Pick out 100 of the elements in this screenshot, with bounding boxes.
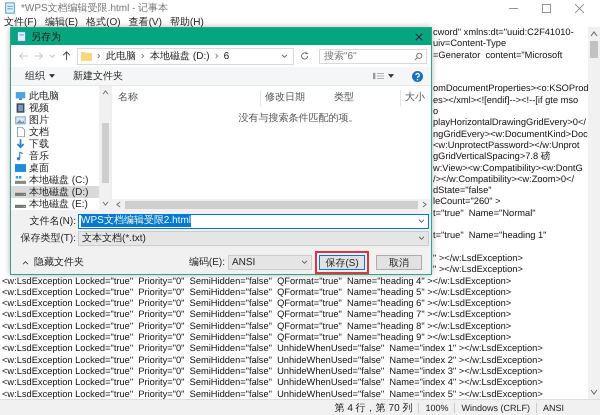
field-label: 文件名(N): [28,214,77,228]
column-header[interactable]: 类型 [334,90,354,106]
code-line: <w:LsdException Locked="true" Priority="0" SemiHidden="false" QFormat="true" Name="heading 9" ></w:LsdException> [2,332,512,342]
vertical-scrollbar[interactable] [588,27,600,399]
menu-item[interactable]: 文件(F) [4,14,37,28]
address-bar[interactable]: 此电脑 本地磁盘 (D:) 6 [77,48,294,64]
code-line: <w:LsdException Locked="true" Priority="0" SemiHidden="false" QFormat="true" Name="heading 7" ></w:LsdException> [2,309,512,320]
refresh-icon[interactable] [300,51,309,61]
status-text: ANSI [536,402,570,412]
code-line: " ></w:LsdException> [433,252,523,263]
caret-icon[interactable] [388,74,394,78]
menu-item[interactable]: 帮助(H) [170,14,204,28]
download-arrow-icon [15,139,26,149]
code-line: /></w:Compatibility><w:Zoom>0</ [433,174,574,184]
picture-icon [15,115,26,125]
save-button[interactable]: 保存(S) [319,254,365,270]
scroll-up-icon[interactable] [590,31,598,37]
nav-item[interactable]: 本地磁盘 (D:) [11,186,99,198]
scroll-up-icon[interactable] [102,90,108,95]
scroll-thumb[interactable] [125,200,418,208]
code-line: dState="false" [433,185,492,196]
code-line: gGridVerticalSpacing>7.8 磅 [433,151,550,162]
code-line: w:View><w:Compatibility><w:DontG [433,162,583,173]
code-line: ngGridEvery><w:DocumentKind>Doc [433,128,588,139]
organize-menu[interactable]: 组织 [25,69,45,83]
code-line: " ></w:LsdException> [433,264,523,274]
nav-item[interactable]: 本地磁盘 (C:) [11,174,99,186]
scroll-thumb[interactable] [590,41,598,58]
empty-message: 没有与搜索条件匹配的项。 [238,112,358,126]
scroll-down-icon[interactable] [590,389,598,395]
code-line: leCount="260" > [433,196,501,206]
menu-item[interactable]: 查看(V) [128,14,162,28]
film-icon [15,103,26,113]
code-line: <w:LsdException Locked="true" Priority="0" SemiHidden="false" QFormat="true" Name="heading 8" ></w:LsdException> [2,320,512,331]
music-note-icon [15,151,26,161]
status-text: Windows (CRLF) [454,402,536,412]
menu-item[interactable]: 编辑(E) [44,14,78,28]
code-line: <w:LsdException Locked="true" Priority="0" SemiHidden="false" QFormat="true" Name="heading 4" ></w:LsdException> [2,276,512,286]
code-line: <w:LsdException Locked="true" Priority="0" SemiHidden="false" QFormat="true" Name="heading 5" ></w:LsdException> [2,286,512,297]
field-label: 保存类型(T): [19,232,77,245]
nav-item[interactable]: 下载 [11,138,99,150]
folder-icon [81,51,92,61]
code-line: <w:UnprotectPassword></w:Unprot [433,140,580,150]
dialog-title: 另存为 [31,30,61,44]
column-header[interactable]: 修改日期 [260,90,305,106]
close-icon[interactable] [415,32,423,40]
code-line: <w:LsdException Locked="true" Priority="0" SemiHidden="false" UnhideWhenUsed="false" Name="index 1" ></w:LsdException> [2,343,543,354]
code-line: cword" xmlns:dt="uuid:C2F41010- [433,27,574,37]
breadcrumb-item[interactable]: 此电脑 [106,49,136,63]
hide-folders-toggle[interactable]: 隐藏文件夹 [19,255,84,269]
chevron-down-icon[interactable] [280,54,288,58]
code-line: omDocumentProperties><o:KSOProd [433,83,588,94]
help-icon[interactable] [412,70,423,82]
code-line: <w:LsdException Locked="true" Priority="0" SemiHidden="false" UnhideWhenUsed="false" Name="index 2" ></w:LsdException> [2,354,543,365]
column-header[interactable]: 名称 [118,90,138,106]
up-arrow-icon[interactable] [62,51,72,61]
code-line: t="true" Name="heading 1" [433,230,546,240]
view-list-icon[interactable] [373,72,384,80]
desktop-icon [15,163,26,173]
scroll-left-icon[interactable] [116,201,121,208]
caret-icon[interactable] [49,74,55,78]
code-line: uiv=Content-Type [433,38,506,48]
nav-item[interactable]: 图片 [11,114,99,126]
nav-item[interactable]: 本地磁盘 (E:) [11,198,99,210]
chevron-right-icon [97,53,102,59]
scroll-thumb[interactable] [102,123,108,183]
new-folder-button[interactable]: 新建文件夹 [73,69,123,83]
maximize-icon[interactable] [542,4,551,12]
file-type-dropdown[interactable]: 文本文档(*.txt) [78,230,429,246]
close-icon[interactable] [575,4,584,12]
file-name-field[interactable]: WPS文档编辑受限2.html [78,214,429,228]
scroll-down-icon[interactable] [102,201,108,206]
scroll-right-icon[interactable] [422,201,427,208]
chevron-right-icon [141,53,146,59]
breadcrumb-item[interactable]: 6 [224,50,230,62]
computer-icon [15,91,26,101]
chevron-down-icon [418,218,425,224]
breadcrumb-item[interactable]: 本地磁盘 (D:) [150,49,210,63]
nav-item[interactable]: 视频 [11,102,99,114]
field-label: 编码(E): [188,256,225,269]
notepad-icon [4,2,16,14]
code-line: t="true" Name="Normal" [433,208,536,218]
chevron-up-icon [22,260,29,264]
encoding-dropdown[interactable]: ANSI [228,254,312,270]
nav-item[interactable]: 桌面 [11,162,99,174]
search-field[interactable]: 搜索"6" [318,48,427,64]
window-title: *WPS文档编辑受限.html - 记事本 [21,2,168,15]
column-header[interactable]: 大小 [400,90,425,106]
code-line: =Generator content="Microsoft [433,50,562,60]
nav-item[interactable]: 文档 [11,126,99,138]
horizontal-scrollbar[interactable] [112,199,431,210]
chevron-down-icon [301,260,308,264]
menu-item[interactable]: 格式(O) [86,14,121,28]
nav-item[interactable]: 音乐 [11,150,99,162]
chevron-down-icon [418,236,425,240]
vertical-scrollbar[interactable] [99,86,111,210]
nav-item[interactable]: 此电脑 [11,90,99,102]
cancel-button[interactable]: 取消 [376,254,422,270]
code-line: <w:LsdException Locked="true" Priority="0" SemiHidden="false" UnhideWhenUsed="false" Name="index 5" ></w:LsdException> [2,388,543,398]
code-line: <w:LsdException Locked="true" Priority="0" SemiHidden="false" UnhideWhenUsed="false" Name="index 4" ></w:LsdException> [2,377,543,388]
